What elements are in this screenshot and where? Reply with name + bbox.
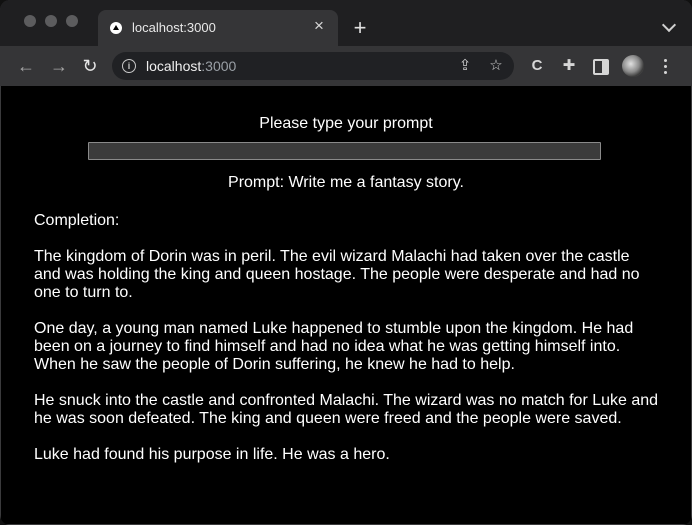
- browser-toolbar: ← → ↻ i localhost:3000 ⇪ ☆ C ✚: [0, 46, 692, 86]
- close-window-button[interactable]: [24, 15, 36, 27]
- side-panel-icon[interactable]: [593, 59, 609, 75]
- favicon-icon: [110, 22, 122, 34]
- maximize-window-button[interactable]: [66, 15, 78, 27]
- page-content: Please type your prompt Prompt: Write me…: [1, 86, 691, 524]
- tab-title: localhost:3000: [132, 20, 216, 35]
- tab-search-chevron-icon[interactable]: [661, 17, 677, 33]
- forward-arrow-icon[interactable]: →: [48, 55, 70, 77]
- share-icon[interactable]: ⇪: [456, 57, 474, 75]
- back-arrow-icon[interactable]: ←: [15, 55, 37, 77]
- site-info-icon[interactable]: i: [122, 59, 136, 73]
- tab-strip: localhost:3000 × +: [0, 0, 692, 46]
- prompt-input[interactable]: [88, 142, 601, 160]
- completion-paragraph: He snuck into the castle and confronted …: [34, 392, 659, 427]
- bookmark-star-icon[interactable]: ☆: [487, 57, 505, 75]
- completion-paragraph: The kingdom of Dorin was in peril. The e…: [34, 248, 640, 301]
- close-tab-icon[interactable]: ×: [310, 17, 328, 35]
- more-menu-icon[interactable]: [660, 56, 670, 76]
- reload-icon[interactable]: ↻: [79, 55, 101, 77]
- profile-avatar[interactable]: [622, 55, 644, 77]
- prompt-label: Please type your prompt: [259, 115, 433, 132]
- new-tab-icon[interactable]: +: [350, 17, 370, 39]
- url-text: localhost:3000: [146, 58, 236, 74]
- url-port: :3000: [201, 58, 237, 74]
- completion-label: Completion:: [34, 212, 120, 229]
- extensions-puzzle-icon[interactable]: ✚: [559, 56, 579, 76]
- completion-paragraph: Luke had found his purpose in life. He w…: [34, 446, 390, 463]
- completion-paragraph: One day, a young man named Luke happened…: [34, 320, 634, 373]
- window-controls: [24, 15, 78, 27]
- tab-localhost[interactable]: localhost:3000 ×: [98, 10, 338, 46]
- url-host: localhost: [146, 58, 202, 74]
- minimize-window-button[interactable]: [45, 15, 57, 27]
- address-bar[interactable]: i localhost:3000 ⇪ ☆: [112, 52, 514, 80]
- browser-window: localhost:3000 × + ← → ↻ i localhost:300…: [0, 0, 692, 525]
- completion-section: Completion: The kingdom of Dorin was in …: [34, 212, 659, 482]
- prompt-echo: Prompt: Write me a fantasy story.: [228, 174, 464, 191]
- extension-c-icon[interactable]: C: [527, 56, 547, 76]
